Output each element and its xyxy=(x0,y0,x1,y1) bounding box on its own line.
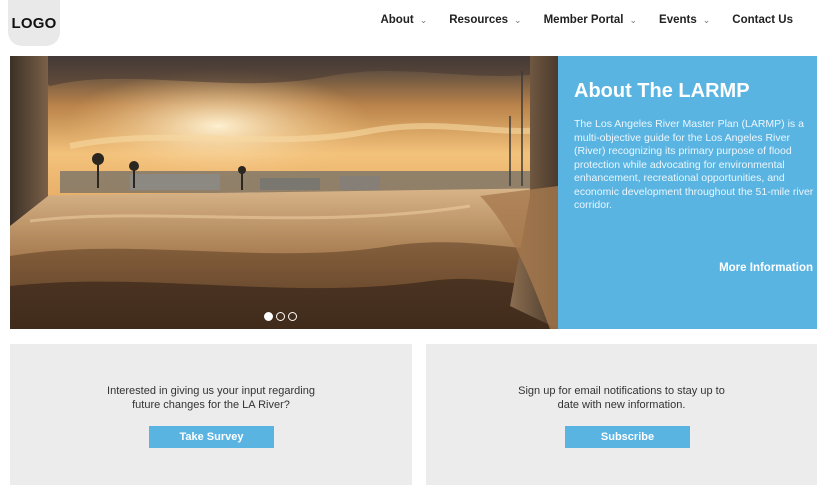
panel-description: The Los Angeles River Master Plan (LARMP… xyxy=(574,118,814,211)
main-nav: About ⌄ Resources ⌄ Member Portal ⌄ Even… xyxy=(358,14,793,26)
nav-item-label: Member Portal xyxy=(543,14,624,26)
hero-image xyxy=(10,56,558,329)
nav-item-member-portal[interactable]: Member Portal ⌄ xyxy=(544,14,637,26)
panel-title: About The LARMP xyxy=(574,80,750,102)
chevron-down-icon: ⌄ xyxy=(702,14,711,25)
nav-item-about[interactable]: About ⌄ xyxy=(380,14,427,26)
carousel-dot[interactable] xyxy=(276,312,285,321)
chevron-down-icon: ⌄ xyxy=(629,14,638,25)
subscribe-button[interactable]: Subscribe xyxy=(565,426,690,448)
take-survey-button[interactable]: Take Survey xyxy=(149,426,274,448)
carousel-dot[interactable] xyxy=(288,312,297,321)
survey-text: Interested in giving us your input regar… xyxy=(10,384,412,412)
about-panel: About The LARMP The Los Angeles River Ma… xyxy=(558,56,817,329)
survey-card: Interested in giving us your input regar… xyxy=(10,344,412,485)
chevron-down-icon: ⌄ xyxy=(514,14,522,25)
survey-text-line: future changes for the LA River? xyxy=(132,399,290,411)
carousel-dot[interactable] xyxy=(264,312,273,321)
nav-item-label: Resources xyxy=(449,14,509,26)
subscribe-text: Sign up for email notifications to stay … xyxy=(426,384,817,412)
carousel-indicators xyxy=(264,312,297,321)
hero-carousel: About The LARMP The Los Angeles River Ma… xyxy=(10,56,817,329)
nav-item-contact-us[interactable]: Contact Us xyxy=(732,14,793,26)
subscribe-text-line: date with new information. xyxy=(557,399,686,411)
logo[interactable]: LOGO xyxy=(8,0,60,46)
nav-item-resources[interactable]: Resources ⌄ xyxy=(449,14,521,26)
nav-item-label: About xyxy=(380,14,414,26)
site-header: LOGO About ⌄ Resources ⌄ Member Portal ⌄… xyxy=(0,0,817,52)
subscribe-card: Sign up for email notifications to stay … xyxy=(426,344,817,485)
chevron-down-icon: ⌄ xyxy=(419,14,428,25)
nav-item-label: Events xyxy=(659,14,697,26)
subscribe-text-line: Sign up for email notifications to stay … xyxy=(518,385,725,397)
nav-item-label: Contact Us xyxy=(732,14,793,26)
nav-item-events[interactable]: Events ⌄ xyxy=(659,14,710,26)
survey-text-line: Interested in giving us your input regar… xyxy=(107,385,315,397)
more-information-link[interactable]: More Information xyxy=(719,262,813,274)
